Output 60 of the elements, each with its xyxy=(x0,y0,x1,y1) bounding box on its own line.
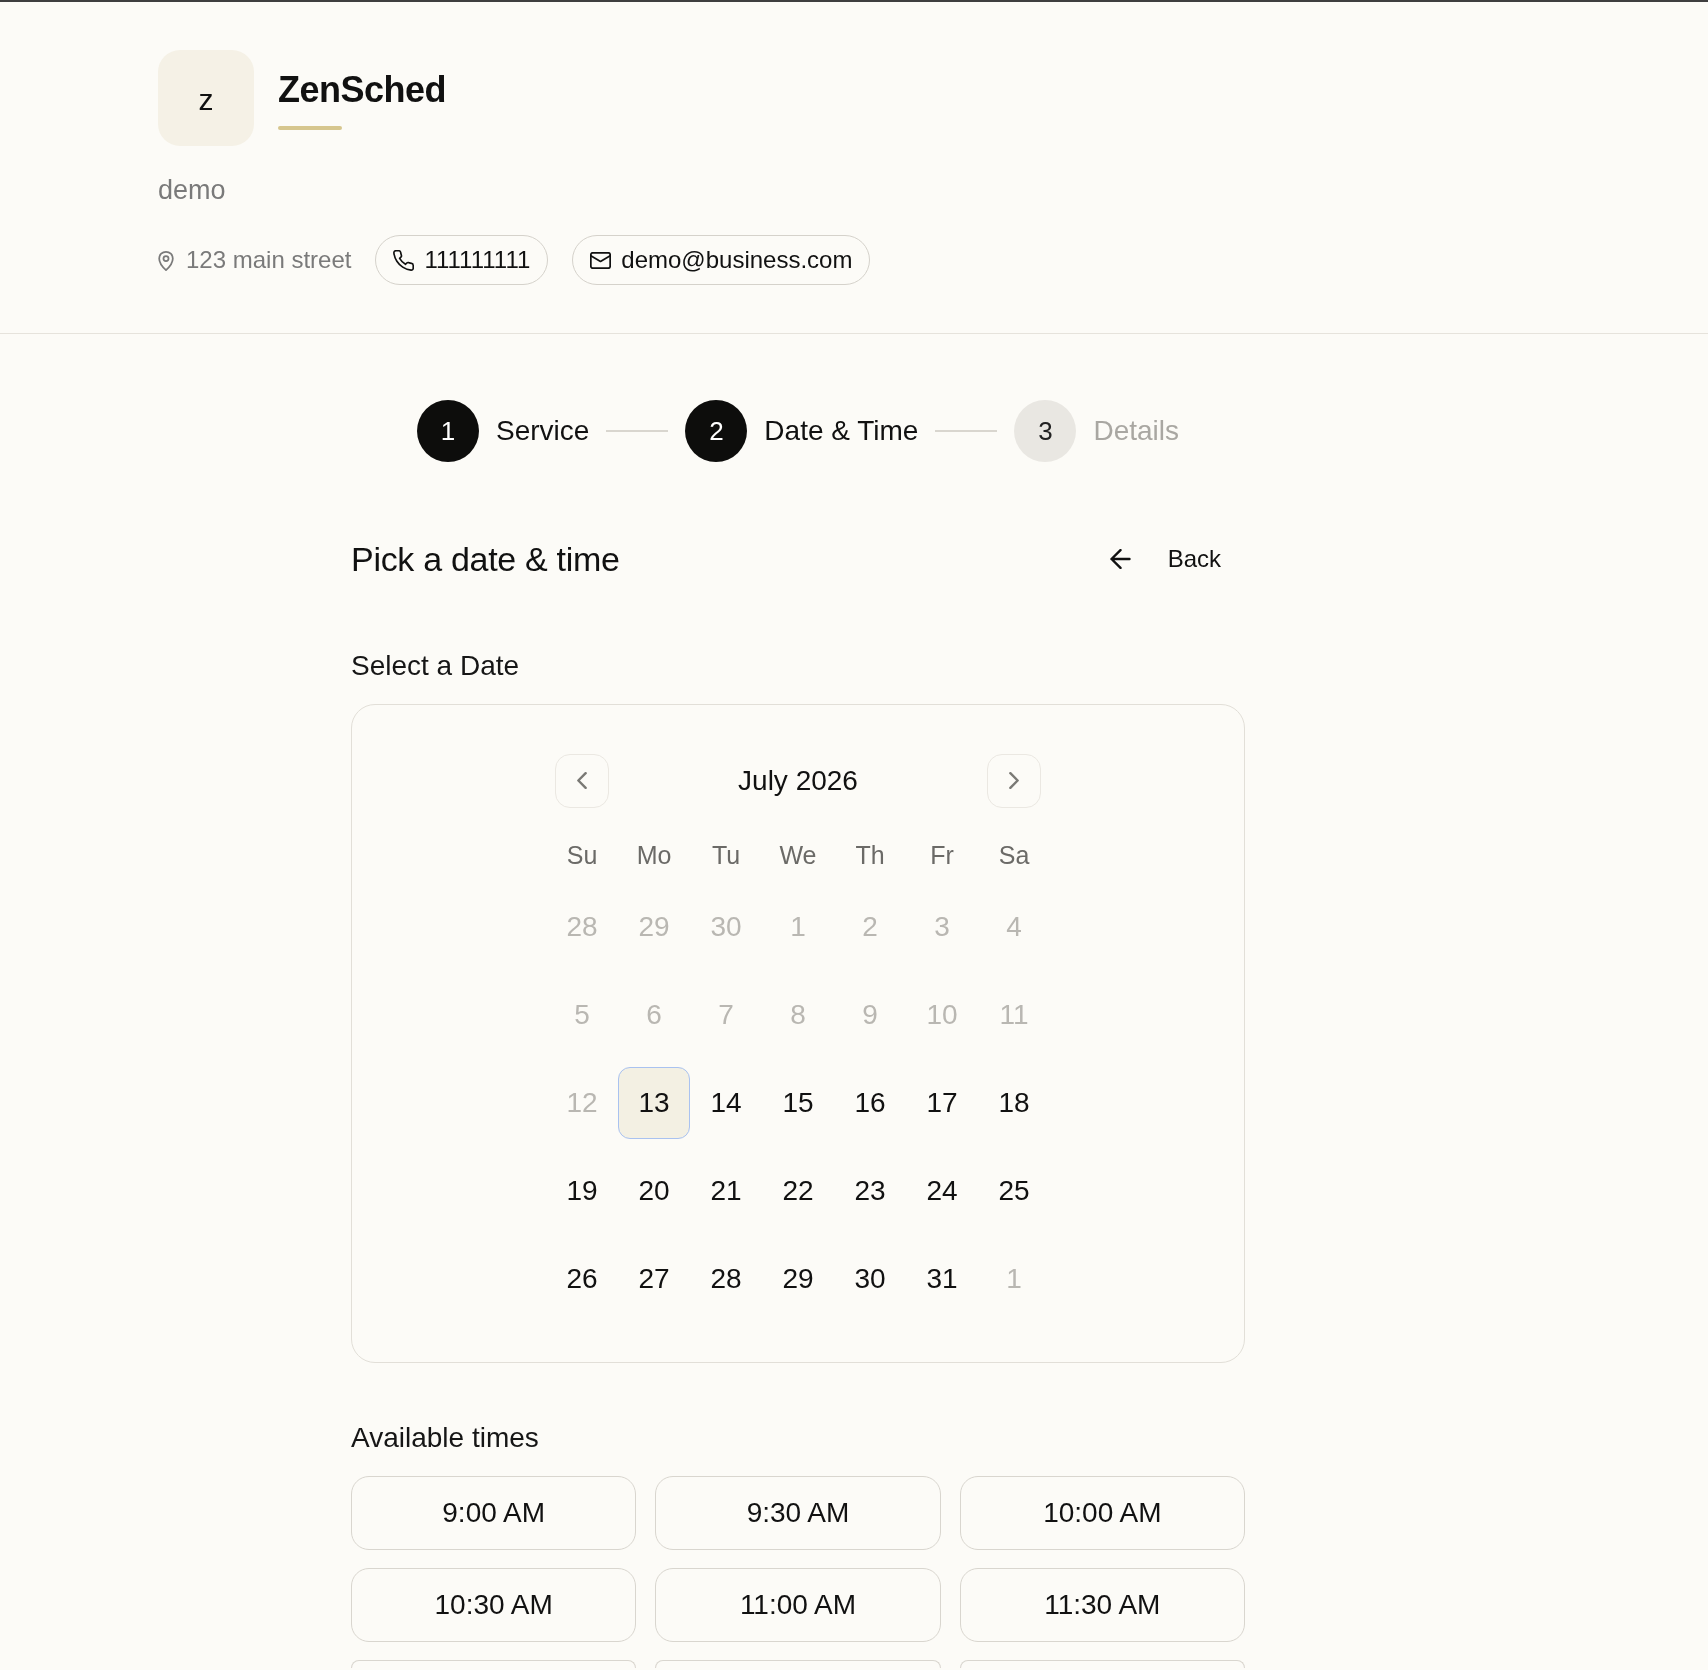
business-name: ZenSched xyxy=(278,68,447,112)
address-text: 123 main street xyxy=(186,245,352,275)
step-number-badge: 1 xyxy=(417,400,479,462)
business-description: demo xyxy=(158,174,226,206)
step-label: Service xyxy=(496,414,590,448)
phone-link[interactable]: 111111111 xyxy=(375,235,549,285)
calendar-day[interactable]: 30 xyxy=(834,1242,906,1315)
calendar-day[interactable]: 16 xyxy=(834,1066,906,1139)
next-month-button[interactable] xyxy=(987,753,1041,808)
time-slot-button[interactable]: 11:30 AM xyxy=(959,1568,1245,1642)
chevron-left-icon xyxy=(577,772,587,789)
calendar-day[interactable]: 28 xyxy=(690,1242,762,1315)
calendar-day[interactable]: 15 xyxy=(762,1066,834,1139)
month-label: July 2026 xyxy=(738,763,858,798)
email-link[interactable]: demo@business.com xyxy=(572,235,871,285)
weekday-label: Sa xyxy=(997,839,1031,871)
time-slot-button[interactable]: 10:30 AM xyxy=(351,1568,637,1642)
calendar-day[interactable]: 25 xyxy=(978,1154,1050,1227)
step-number-badge: 2 xyxy=(685,400,748,462)
weekday-label: Mo xyxy=(635,839,673,871)
calendar-day[interactable]: 31 xyxy=(906,1242,978,1315)
calendar-day[interactable]: 19 xyxy=(546,1154,618,1227)
weekday-label: Th xyxy=(854,839,886,871)
weekday-label: Su xyxy=(565,839,599,871)
calendar-day[interactable]: 23 xyxy=(834,1154,906,1227)
calendar-day[interactable]: 22 xyxy=(762,1154,834,1227)
page-heading: Pick a date & time xyxy=(351,539,620,580)
time-slot-button[interactable]: 11:00 AM xyxy=(655,1568,941,1642)
calendar-day[interactable]: 13 xyxy=(618,1066,690,1139)
location-pin-icon xyxy=(158,249,174,271)
weekday-label: Tu xyxy=(710,839,742,871)
step-connector xyxy=(606,430,669,432)
weekday-label: Fr xyxy=(929,839,955,871)
section-heading: Available times xyxy=(351,1422,540,1454)
time-slot-button[interactable]: 9:00 AM xyxy=(351,1476,637,1550)
back-button[interactable]: Back xyxy=(1092,537,1245,581)
time-slot-button[interactable]: 9:30 AM xyxy=(655,1476,941,1550)
calendar-day[interactable]: 14 xyxy=(690,1066,762,1139)
calendar-day[interactable]: 17 xyxy=(906,1066,978,1139)
phone-icon xyxy=(393,249,415,271)
arrow-left-icon xyxy=(1108,549,1132,569)
calendar-day[interactable]: 26 xyxy=(546,1242,618,1315)
chevron-right-icon xyxy=(1009,772,1019,789)
step-connector xyxy=(935,430,998,432)
mail-icon xyxy=(590,251,612,269)
calendar-day[interactable]: 24 xyxy=(906,1154,978,1227)
calendar-day[interactable]: 18 xyxy=(978,1066,1050,1139)
calendar-day[interactable]: 29 xyxy=(762,1242,834,1315)
step-number-badge: 3 xyxy=(1014,400,1077,462)
time-slot-button[interactable]: 10:00 AM xyxy=(959,1476,1245,1550)
calendar-day[interactable]: 27 xyxy=(618,1242,690,1315)
step-label: Details xyxy=(1093,414,1179,448)
calendar-day[interactable]: 21 xyxy=(690,1154,762,1227)
section-heading: Select a Date xyxy=(351,650,521,682)
calendar-day[interactable]: 20 xyxy=(618,1154,690,1227)
weekday-label: We xyxy=(778,839,818,871)
previous-month-button[interactable] xyxy=(555,753,609,808)
logo-tile: z xyxy=(158,50,254,146)
title-underline xyxy=(278,126,342,130)
step-label: Date & Time xyxy=(764,414,919,448)
